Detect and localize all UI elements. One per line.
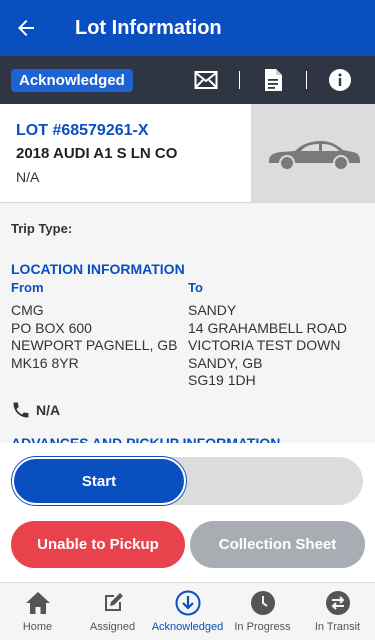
address-line: SANDY <box>188 302 237 318</box>
vehicle-image[interactable] <box>251 104 375 202</box>
app-bar: Lot Information <box>0 0 375 56</box>
vehicle-name: 2018 AUDI A1 S LN CO <box>16 145 178 162</box>
lot-number[interactable]: LOT #68579261-X <box>16 122 149 140</box>
from-label: From <box>11 280 44 295</box>
arrow-left-icon <box>18 20 34 36</box>
address-line: NEWPORT PAGNELL, GB <box>11 337 178 353</box>
to-address: SANDY 14 GRAHAMBELL ROAD VICTORIA TEST D… <box>188 302 347 390</box>
divider <box>306 71 307 89</box>
page-title: Lot Information <box>75 16 222 39</box>
mail-icon <box>194 71 218 89</box>
location-heading: LOCATION INFORMATION <box>11 261 185 277</box>
bottom-tab-bar: Home Assigned Acknowledged In Progress I… <box>0 582 375 640</box>
collection-sheet-button[interactable]: Collection Sheet <box>190 521 365 568</box>
tab-label: In Transit <box>314 621 361 633</box>
start-slider-track[interactable]: Start <box>12 457 363 505</box>
tab-acknowledged[interactable]: Acknowledged <box>150 583 225 640</box>
info-icon <box>329 69 351 91</box>
tab-assigned[interactable]: Assigned <box>75 583 150 640</box>
address-line: VICTORIA TEST DOWN <box>188 337 341 353</box>
info-button[interactable] <box>323 63 357 97</box>
lot-secondary: N/A <box>16 169 40 185</box>
tab-label: Acknowledged <box>151 621 224 633</box>
phone-number: N/A <box>36 402 61 418</box>
to-label: To <box>188 280 203 295</box>
status-actions <box>189 56 375 104</box>
status-badge: Acknowledged <box>11 68 133 92</box>
mail-button[interactable] <box>189 63 223 97</box>
from-address: CMG PO BOX 600 NEWPORT PAGNELL, GB MK16 … <box>11 302 178 372</box>
arrow-down-circle-icon <box>175 590 200 616</box>
tab-label: In Progress <box>234 621 291 633</box>
address-line: 14 GRAHAMBELL ROAD <box>188 319 347 336</box>
swap-icon <box>325 591 350 615</box>
address-line: CMG <box>11 302 44 318</box>
tab-in-transit[interactable]: In Transit <box>300 583 375 640</box>
advances-heading: ADVANCES AND PICKUP INFORMATION <box>11 435 281 443</box>
tab-in-progress[interactable]: In Progress <box>225 583 300 640</box>
phone-icon <box>13 402 29 418</box>
document-button[interactable] <box>256 63 290 97</box>
clock-icon <box>250 591 275 615</box>
phone-row[interactable]: N/A <box>11 400 60 420</box>
tab-home[interactable]: Home <box>0 583 75 640</box>
home-icon <box>25 592 50 614</box>
action-area: Start Unable to Pickup Collection Sheet <box>0 443 375 582</box>
divider <box>239 71 240 89</box>
address-line: MK16 8YR <box>11 354 79 371</box>
start-button[interactable]: Start <box>12 457 186 505</box>
document-icon <box>265 69 282 91</box>
car-icon <box>269 141 360 171</box>
address-line: PO BOX 600 <box>11 319 92 336</box>
tab-label: Assigned <box>89 621 136 633</box>
unable-to-pickup-button[interactable]: Unable to Pickup <box>11 521 185 568</box>
tab-label: Home <box>22 621 53 633</box>
status-bar: Acknowledged <box>0 56 375 104</box>
address-line: SG19 1DH <box>188 372 256 388</box>
lot-card: LOT #68579261-X 2018 AUDI A1 S LN CO N/A <box>0 104 375 203</box>
address-line: SANDY, GB <box>188 354 263 371</box>
trip-type-label: Trip Type: <box>11 221 73 236</box>
edit-icon <box>104 593 123 611</box>
details-section[interactable]: Trip Type: LOCATION INFORMATION From To … <box>0 203 375 443</box>
back-button[interactable] <box>0 0 52 56</box>
